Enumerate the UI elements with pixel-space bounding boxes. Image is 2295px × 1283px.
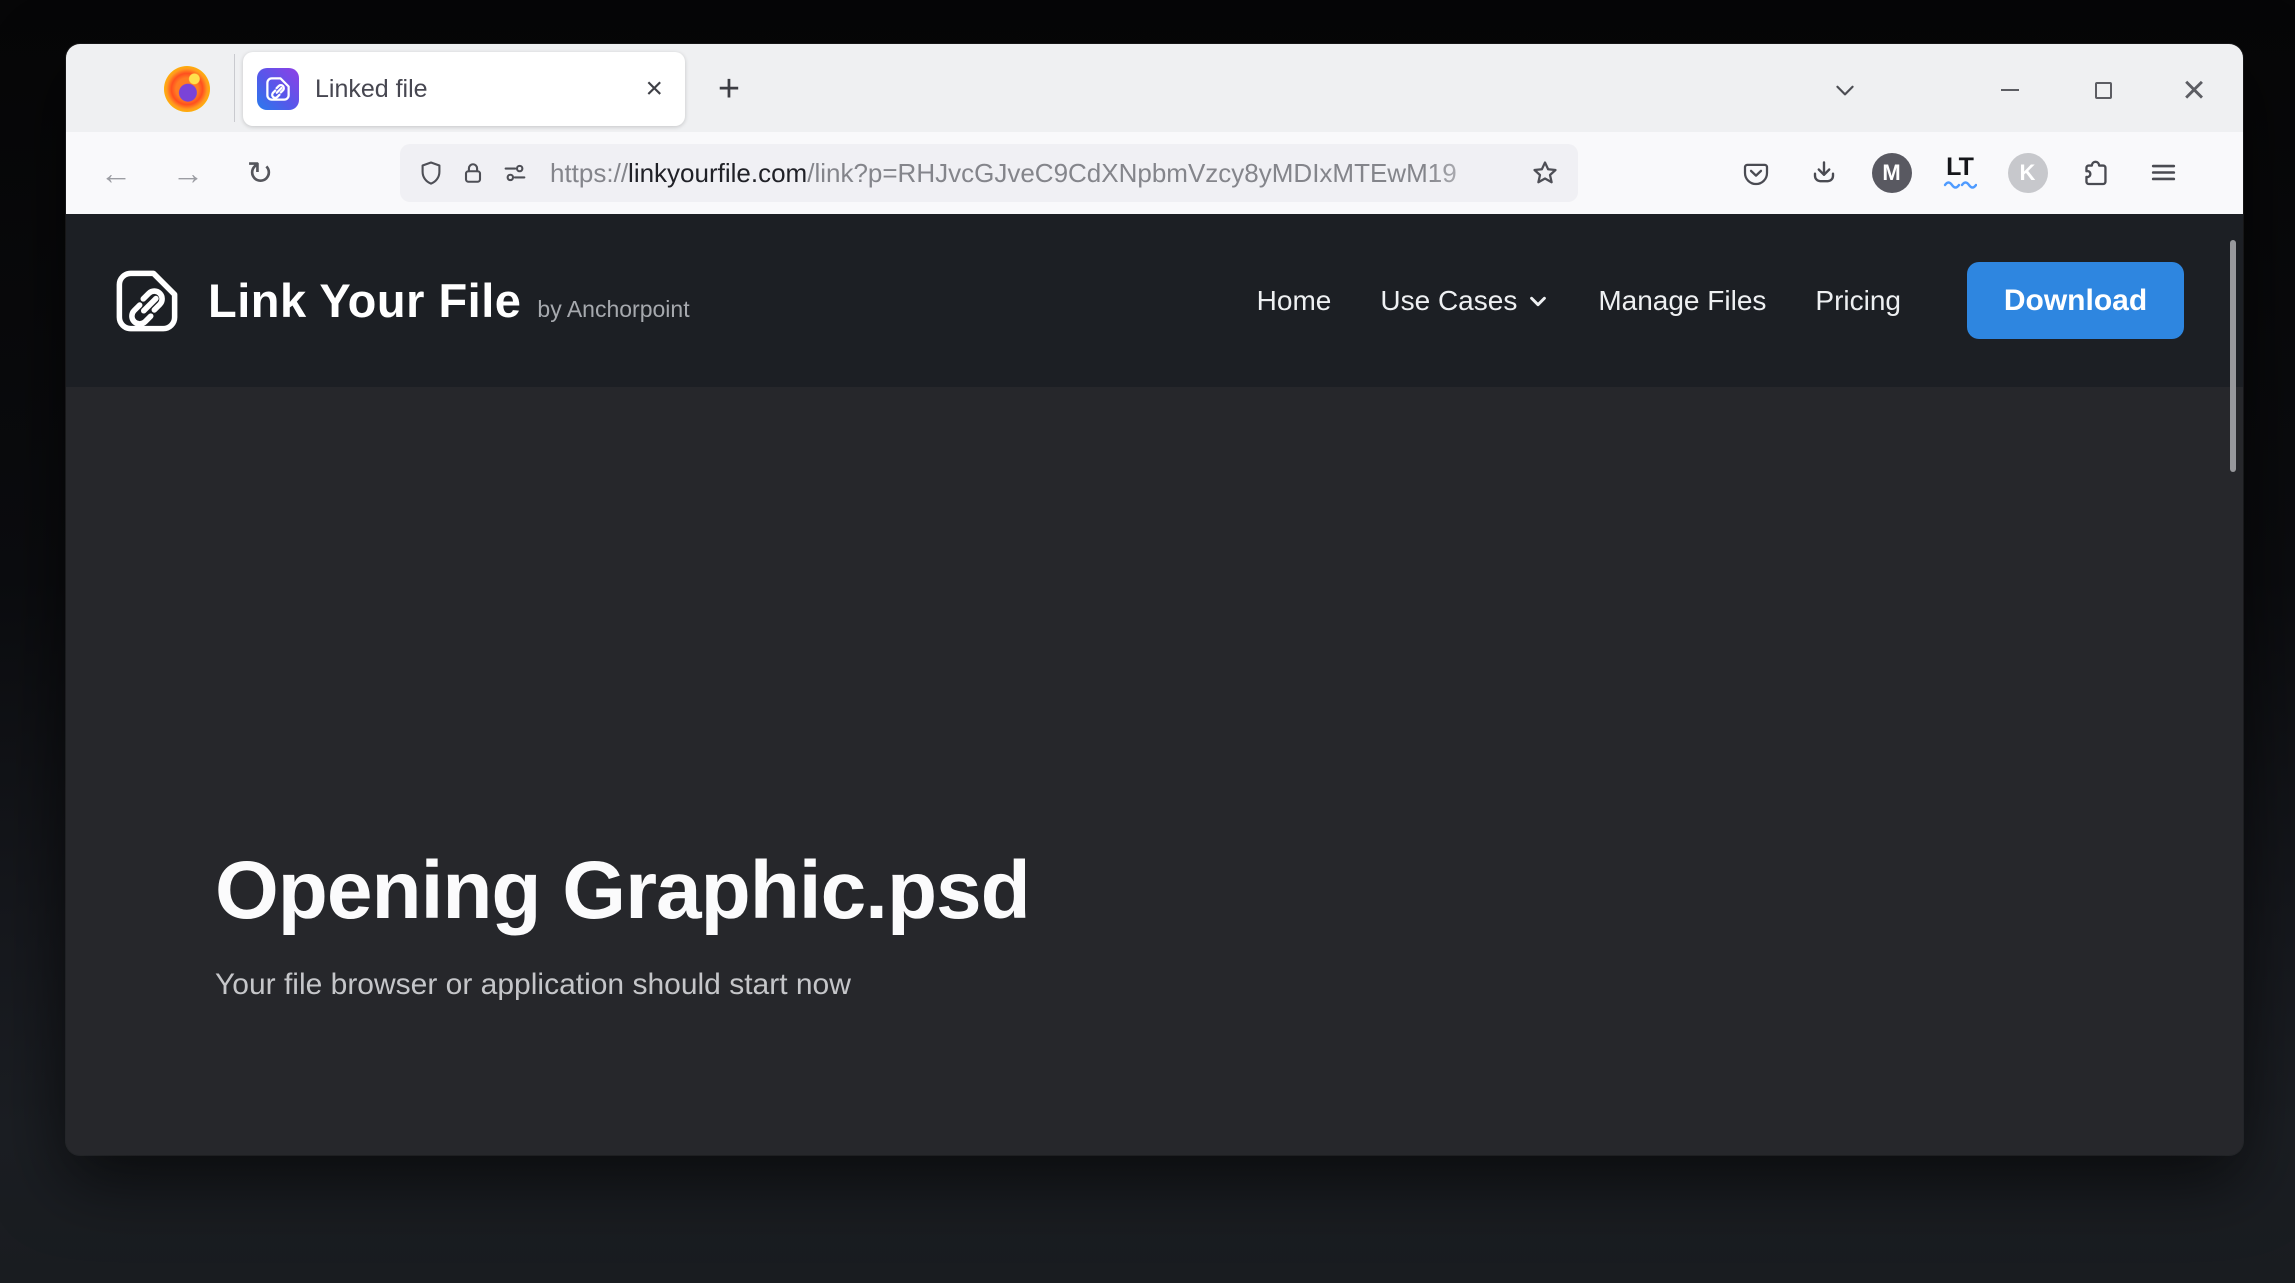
page-title: Opening Graphic.psd: [215, 844, 1030, 938]
forward-arrow-icon: →: [172, 157, 204, 189]
desktop-background: { "browser": { "tab": { "title": "Linked…: [0, 0, 2295, 1283]
url-bar[interactable]: https://linkyourfile.com/link?p=RHJvcGJv…: [400, 144, 1578, 202]
m-badge: M: [1872, 153, 1912, 193]
active-tab[interactable]: Linked file ×: [243, 52, 685, 126]
back-arrow-icon: ←: [100, 157, 132, 189]
download-button[interactable]: Download: [1967, 262, 2184, 339]
extension-m-avatar[interactable]: M: [1868, 149, 1915, 196]
page-subtitle: Your file browser or application should …: [215, 968, 1030, 1002]
minimize-icon: [2001, 89, 2019, 91]
link-file-logo-icon: [108, 262, 186, 340]
permissions-icon[interactable]: [494, 152, 536, 194]
page-viewport: Link Your File by Anchorpoint Home Use C…: [66, 214, 2243, 1155]
reload-button[interactable]: ↻: [236, 149, 284, 197]
maximize-icon: [2095, 82, 2112, 99]
extension-k-avatar[interactable]: K: [2004, 149, 2051, 196]
chevron-down-icon: [1527, 290, 1549, 312]
shield-icon[interactable]: [410, 152, 452, 194]
nav-item-use-cases[interactable]: Use Cases: [1380, 285, 1549, 317]
forward-button[interactable]: →: [164, 149, 212, 197]
nav-item-pricing[interactable]: Pricing: [1815, 285, 1901, 317]
brand-byline: by Anchorpoint: [537, 296, 689, 323]
list-tabs-chevron-icon[interactable]: [1822, 67, 1868, 113]
brand-name: Link Your File: [208, 273, 521, 328]
site-header: Link Your File by Anchorpoint Home Use C…: [66, 214, 2243, 387]
lt-wave-icon: [1943, 179, 1977, 189]
url-domain: linkyourfile.com: [628, 158, 807, 188]
reload-icon: ↻: [247, 157, 274, 189]
tab-close-icon[interactable]: ×: [639, 70, 669, 108]
pocket-icon[interactable]: [1732, 149, 1779, 196]
scrollbar-thumb[interactable]: [2230, 240, 2236, 472]
lt-letters: LT: [1946, 156, 1973, 179]
navigation-toolbar: ← → ↻ https://linkyourfile.co: [66, 132, 2243, 214]
bookmark-star-icon[interactable]: [1524, 152, 1566, 194]
extensions-puzzle-icon[interactable]: [2072, 149, 2119, 196]
url-scheme: https://: [550, 158, 628, 188]
toolbar-icons: M LT K: [1732, 149, 2187, 196]
url-path: /link?p=RHJvcGJveC9CdXNpbmVzcy8yMDIxMTEw…: [807, 158, 1456, 188]
downloads-icon[interactable]: [1800, 149, 1847, 196]
url-text: https://linkyourfile.com/link?p=RHJvcGJv…: [550, 158, 1524, 189]
browser-window: Linked file × + × ← → ↻: [66, 44, 2243, 1155]
tab-strip: Linked file × + ×: [66, 44, 2243, 132]
nav-item-manage-files[interactable]: Manage Files: [1598, 285, 1766, 317]
k-badge: K: [2008, 153, 2048, 193]
tab-separator: [234, 54, 235, 122]
main-nav: Home Use Cases Manage Files Pricing Down…: [1257, 262, 2184, 339]
firefox-icon[interactable]: [164, 66, 210, 112]
maximize-button[interactable]: [2080, 67, 2126, 113]
minimize-button[interactable]: [1987, 67, 2033, 113]
nav-item-home[interactable]: Home: [1257, 285, 1332, 317]
site-favicon-icon: [257, 68, 299, 110]
lock-icon[interactable]: [452, 152, 494, 194]
window-close-button[interactable]: ×: [2171, 67, 2217, 113]
extension-languagetool-icon[interactable]: LT: [1936, 149, 1983, 196]
tab-title: Linked file: [315, 75, 639, 104]
site-logo[interactable]: Link Your File by Anchorpoint: [108, 262, 690, 340]
new-tab-button[interactable]: +: [704, 64, 754, 114]
menu-hamburger-icon[interactable]: [2140, 149, 2187, 196]
hero-section: Opening Graphic.psd Your file browser or…: [215, 844, 1030, 1002]
back-button[interactable]: ←: [92, 149, 140, 197]
